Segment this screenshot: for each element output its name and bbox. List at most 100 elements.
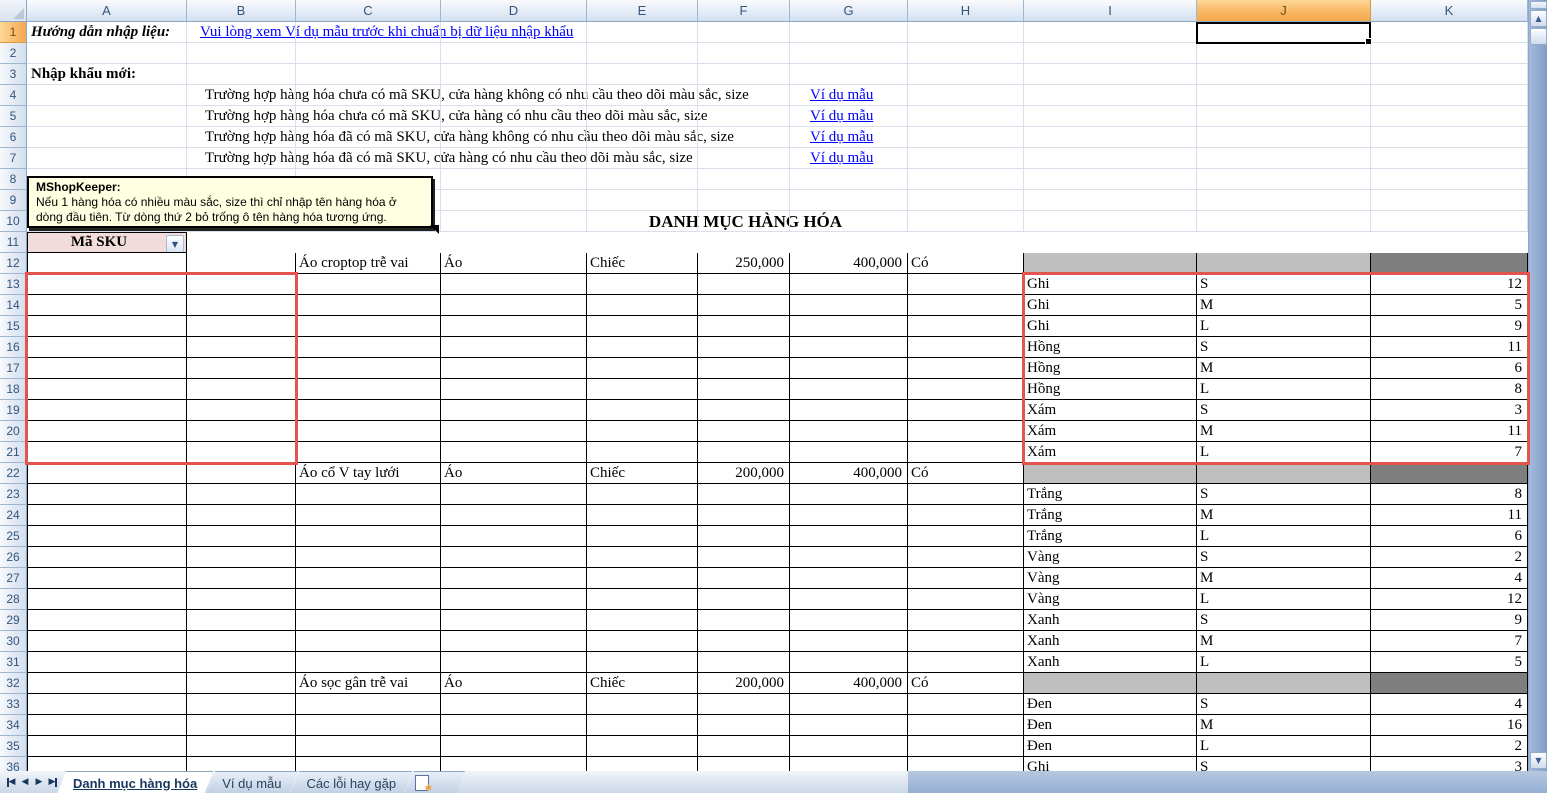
cell-I27[interactable]: Vàng	[1024, 568, 1197, 589]
cell-A2[interactable]	[27, 43, 187, 64]
cell-I35[interactable]: Đen	[1024, 736, 1197, 757]
row-header-36[interactable]: 36	[0, 757, 27, 771]
cell-I28[interactable]: Vàng	[1024, 589, 1197, 610]
cell-H3[interactable]	[908, 64, 1024, 85]
cell-C4[interactable]	[296, 85, 441, 106]
cell-B20[interactable]	[187, 421, 296, 442]
tab-c-c-l-i-hay-g-p[interactable]: Các lỗi hay gặp	[291, 771, 413, 793]
cell-E33[interactable]	[587, 694, 698, 715]
cell-F25[interactable]	[698, 526, 790, 547]
row-header-27[interactable]: 27	[0, 568, 27, 589]
cell-A14[interactable]	[27, 295, 187, 316]
cell-A27[interactable]	[27, 568, 187, 589]
cell-H19[interactable]	[908, 400, 1024, 421]
row-header-30[interactable]: 30	[0, 631, 27, 652]
cell-B23[interactable]	[187, 484, 296, 505]
cell-A18[interactable]	[27, 379, 187, 400]
cell-D7[interactable]	[441, 148, 587, 169]
cell-K16[interactable]: 11	[1371, 337, 1528, 358]
cell-I7[interactable]	[1024, 148, 1197, 169]
cell-G23[interactable]	[790, 484, 908, 505]
cell-G1[interactable]	[790, 22, 908, 43]
cell-F10[interactable]	[698, 211, 790, 232]
cell-I24[interactable]: Trắng	[1024, 505, 1197, 526]
cell-H12[interactable]: Có	[908, 253, 1024, 274]
column-header-K[interactable]: K	[1371, 0, 1528, 22]
cell-C21[interactable]	[296, 442, 441, 463]
cell-G4[interactable]	[790, 85, 908, 106]
cell-G14[interactable]	[790, 295, 908, 316]
cell-K4[interactable]	[1371, 85, 1528, 106]
cell-C1[interactable]	[296, 22, 441, 43]
row-header-18[interactable]: 18	[0, 379, 27, 400]
cell-E3[interactable]	[587, 64, 698, 85]
cell-G18[interactable]	[790, 379, 908, 400]
cell-J14[interactable]: M	[1197, 295, 1371, 316]
cell-G24[interactable]	[790, 505, 908, 526]
cell-I23[interactable]: Trắng	[1024, 484, 1197, 505]
cell-J13[interactable]: S	[1197, 274, 1371, 295]
cell-F35[interactable]	[698, 736, 790, 757]
cell-J28[interactable]: L	[1197, 589, 1371, 610]
row-header-2[interactable]: 2	[0, 43, 27, 64]
cell-C12[interactable]: Áo croptop trễ vai	[296, 253, 441, 274]
cell-H17[interactable]	[908, 358, 1024, 379]
cell-E25[interactable]	[587, 526, 698, 547]
cell-G8[interactable]	[790, 169, 908, 190]
cell-G19[interactable]	[790, 400, 908, 421]
cell-F19[interactable]	[698, 400, 790, 421]
cell-H1[interactable]	[908, 22, 1024, 43]
row-header-17[interactable]: 17	[0, 358, 27, 379]
cell-G29[interactable]	[790, 610, 908, 631]
cell-F28[interactable]	[698, 589, 790, 610]
row-header-20[interactable]: 20	[0, 421, 27, 442]
cell-K1[interactable]	[1371, 22, 1528, 43]
cell-H10[interactable]	[908, 211, 1024, 232]
cell-I8[interactable]	[1024, 169, 1197, 190]
cell-G17[interactable]	[790, 358, 908, 379]
cell-A28[interactable]	[27, 589, 187, 610]
cell-K3[interactable]	[1371, 64, 1528, 85]
cell-E24[interactable]	[587, 505, 698, 526]
cell-G25[interactable]	[790, 526, 908, 547]
cell-B1[interactable]	[187, 22, 296, 43]
column-header-F[interactable]: F	[698, 0, 790, 22]
cell-H27[interactable]	[908, 568, 1024, 589]
cell-K17[interactable]: 6	[1371, 358, 1528, 379]
cell-A7[interactable]	[27, 148, 187, 169]
cell-J22[interactable]	[1197, 463, 1371, 484]
cell-K13[interactable]: 12	[1371, 274, 1528, 295]
cell-E36[interactable]	[587, 757, 698, 771]
cell-E31[interactable]	[587, 652, 698, 673]
cell-A13[interactable]	[27, 274, 187, 295]
cell-J34[interactable]: M	[1197, 715, 1371, 736]
cell-C19[interactable]	[296, 400, 441, 421]
cell-K24[interactable]: 11	[1371, 505, 1528, 526]
column-header-H[interactable]: H	[908, 0, 1024, 22]
cell-D9[interactable]	[441, 190, 587, 211]
cell-I33[interactable]: Đen	[1024, 694, 1197, 715]
cell-J31[interactable]: L	[1197, 652, 1371, 673]
cell-I21[interactable]: Xám	[1024, 442, 1197, 463]
cell-G13[interactable]	[790, 274, 908, 295]
row-header-6[interactable]: 6	[0, 127, 27, 148]
column-header-I[interactable]: I	[1024, 0, 1197, 22]
cell-H31[interactable]	[908, 652, 1024, 673]
cell-F18[interactable]	[698, 379, 790, 400]
cell-D5[interactable]	[441, 106, 587, 127]
cell-H13[interactable]	[908, 274, 1024, 295]
cell-E4[interactable]	[587, 85, 698, 106]
cell-I6[interactable]	[1024, 127, 1197, 148]
cell-F21[interactable]	[698, 442, 790, 463]
cell-K27[interactable]: 4	[1371, 568, 1528, 589]
cell-I17[interactable]: Hồng	[1024, 358, 1197, 379]
cell-E32[interactable]: Chiếc	[587, 673, 698, 694]
cell-H25[interactable]	[908, 526, 1024, 547]
cell-K7[interactable]	[1371, 148, 1528, 169]
cell-G6[interactable]	[790, 127, 908, 148]
row-header-35[interactable]: 35	[0, 736, 27, 757]
cell-F16[interactable]	[698, 337, 790, 358]
cell-J3[interactable]	[1197, 64, 1371, 85]
cell-I26[interactable]: Vàng	[1024, 547, 1197, 568]
cell-J19[interactable]: S	[1197, 400, 1371, 421]
